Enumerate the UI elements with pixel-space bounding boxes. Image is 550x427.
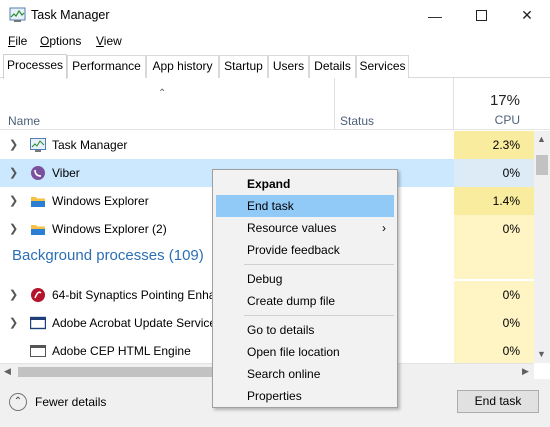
cpu-total-percent: 17%	[489, 92, 520, 109]
tab-processes[interactable]: Processes	[3, 54, 67, 79]
viber-icon	[30, 165, 46, 181]
menu-file[interactable]: File	[8, 34, 27, 48]
menu-item-provide-feedback[interactable]: Provide feedback	[216, 239, 394, 261]
maximize-icon[interactable]	[458, 0, 504, 31]
menu-item-expand[interactable]: Expand	[216, 173, 394, 195]
task-manager-icon	[9, 7, 26, 23]
folder-icon	[30, 221, 46, 237]
tab-details[interactable]: Details	[309, 55, 356, 78]
menu-bar: File Options View	[0, 31, 550, 51]
tab-app-history[interactable]: App history	[146, 55, 219, 78]
cpu-value: 0%	[502, 288, 520, 302]
tab-users[interactable]: Users	[268, 55, 309, 78]
expand-chevron-icon[interactable]: ❯	[9, 316, 18, 329]
scroll-thumb[interactable]	[536, 155, 548, 175]
cpu-cell: 2.3%	[454, 131, 534, 159]
scroll-down-icon[interactable]: ▼	[537, 349, 546, 359]
tab-strip: Processes Performance App history Startu…	[0, 54, 550, 79]
title-bar: Task Manager — ✕	[0, 0, 550, 31]
menu-options[interactable]: Options	[40, 34, 81, 48]
scroll-right-icon[interactable]: ▶	[522, 366, 529, 377]
process-name: Task Manager	[52, 138, 128, 152]
cpu-value: 0%	[502, 316, 520, 330]
scroll-up-icon[interactable]: ▲	[537, 134, 546, 144]
cpu-column-label: CPU	[494, 113, 520, 127]
scroll-left-icon[interactable]: ◀	[4, 366, 11, 377]
menu-item-go-to-details[interactable]: Go to details	[216, 319, 394, 341]
end-task-button[interactable]: End task	[457, 390, 539, 413]
expand-chevron-icon[interactable]: ❯	[9, 288, 18, 301]
menu-separator	[244, 315, 394, 316]
close-icon[interactable]: ✕	[504, 0, 550, 31]
expand-chevron-icon[interactable]: ❯	[9, 138, 18, 151]
menu-view[interactable]: View	[96, 34, 122, 48]
column-status[interactable]: Status	[340, 114, 374, 128]
window-title: Task Manager	[31, 8, 110, 22]
cpu-cell: 0%	[454, 215, 534, 243]
submenu-arrow-icon: ›	[382, 221, 386, 235]
menu-item-debug[interactable]: Debug	[216, 268, 394, 290]
menu-separator	[244, 264, 394, 265]
synaptics-icon	[30, 287, 46, 303]
minimize-icon[interactable]: —	[412, 0, 458, 31]
cpu-cell: 0%	[454, 337, 534, 363]
cpu-value: 0%	[502, 166, 520, 180]
app-window-icon	[30, 343, 46, 359]
context-menu: Expand End task Resource values › Provid…	[212, 169, 398, 408]
process-row[interactable]: ❯ Task Manager 2.3%	[0, 131, 534, 159]
cpu-value: 1.4%	[492, 194, 520, 208]
menu-item-search-online[interactable]: Search online	[216, 363, 394, 385]
column-cpu[interactable]: 17% CPU	[454, 78, 534, 130]
menu-item-end-task[interactable]: End task	[216, 195, 394, 217]
cpu-cell: 0%	[454, 281, 534, 309]
cpu-value: 0%	[502, 344, 520, 358]
process-name: 64-bit Synaptics Pointing Enha	[52, 288, 216, 302]
cpu-value: 2.3%	[492, 138, 520, 152]
folder-icon	[30, 193, 46, 209]
menu-item-resource-values[interactable]: Resource values ›	[216, 217, 394, 239]
process-name: Viber	[52, 166, 80, 180]
process-name: Windows Explorer (2)	[52, 222, 167, 236]
background-processes-heading: Background processes (109)	[12, 247, 204, 264]
fewer-details-link[interactable]: Fewer details	[35, 395, 106, 409]
process-name: Adobe Acrobat Update Service	[52, 316, 217, 330]
menu-item-create-dump-file[interactable]: Create dump file	[216, 290, 394, 312]
column-header: ⌃ Name Status 17% CPU	[0, 78, 550, 130]
expand-chevron-icon[interactable]: ❯	[9, 194, 18, 207]
process-name: Windows Explorer	[52, 194, 149, 208]
cpu-cell: 1.4%	[454, 187, 534, 215]
sort-ascending-icon: ⌃	[158, 88, 167, 99]
tab-performance[interactable]: Performance	[67, 55, 146, 78]
cpu-cell	[454, 243, 534, 279]
task-manager-icon	[30, 137, 46, 153]
menu-item-properties[interactable]: Properties	[216, 385, 394, 407]
tab-services[interactable]: Services	[356, 55, 409, 78]
expand-chevron-icon[interactable]: ❯	[9, 166, 18, 179]
menu-item-label: Resource values	[247, 221, 337, 235]
cpu-cell: 0%	[454, 309, 534, 337]
tab-startup[interactable]: Startup	[219, 55, 268, 78]
app-window-icon	[29, 315, 47, 331]
column-name[interactable]: Name	[8, 114, 40, 128]
cpu-cell: 0%	[454, 159, 534, 187]
chevron-up-icon[interactable]: ⌃	[9, 393, 27, 411]
menu-item-open-file-location[interactable]: Open file location	[216, 341, 394, 363]
process-name: Adobe CEP HTML Engine	[52, 344, 191, 358]
vertical-scrollbar[interactable]: ▲ ▼	[534, 131, 550, 363]
cpu-value: 0%	[502, 222, 520, 236]
expand-chevron-icon[interactable]: ❯	[9, 222, 18, 235]
column-divider[interactable]	[334, 78, 335, 130]
